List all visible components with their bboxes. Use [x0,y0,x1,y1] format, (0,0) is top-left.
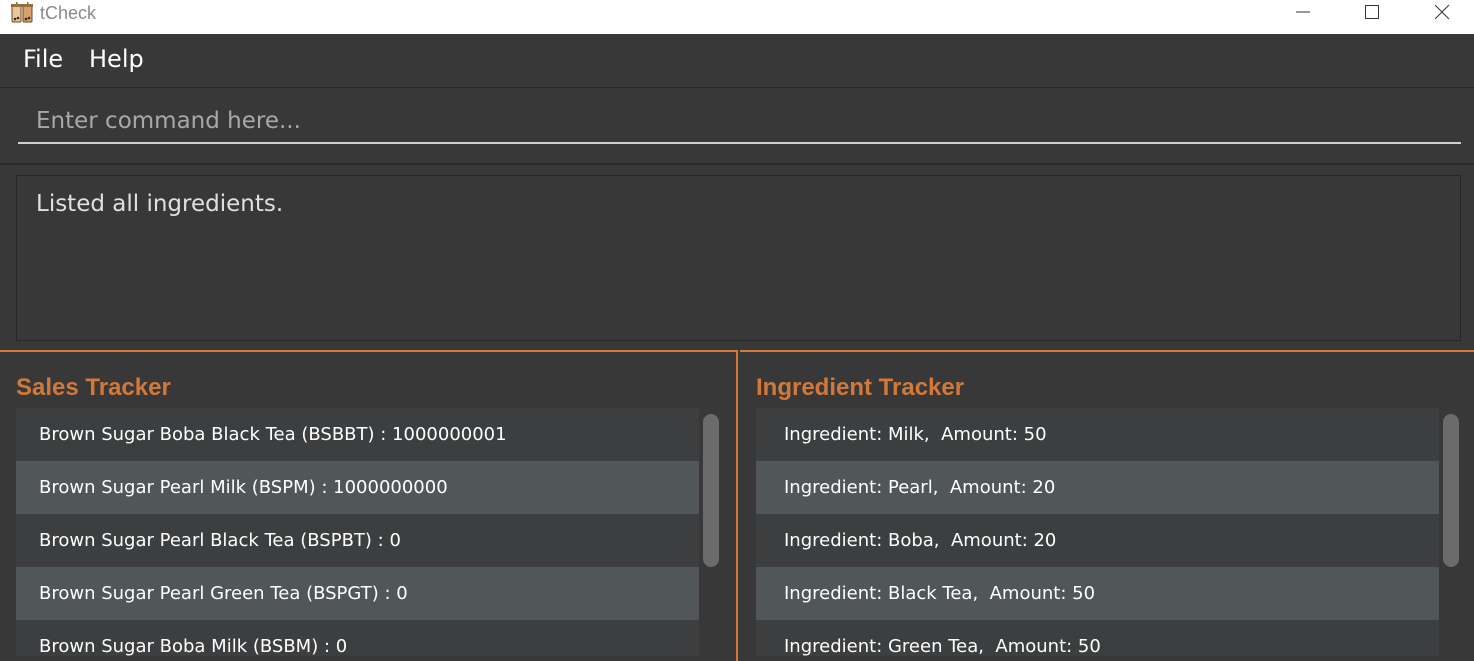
result-message: Listed all ingredients. [36,191,284,217]
list-item[interactable]: Brown Sugar Pearl Black Tea (BSPBT) : 0 [16,514,699,567]
list-item[interactable]: Brown Sugar Boba Milk (BSBM) : 0 [16,620,699,656]
sales-tracker-title: Sales Tracker [16,374,171,401]
maximize-icon [1365,5,1379,19]
result-display: Listed all ingredients. [16,175,1461,341]
list-item[interactable]: Brown Sugar Boba Black Tea (BSBBT) : 100… [16,408,699,461]
window-title: tCheck [40,3,97,23]
title-bar: tCheck [0,0,1474,34]
menu-help[interactable]: Help [89,45,144,73]
list-item[interactable]: Ingredient: Milk, Amount: 50 [756,408,1439,461]
list-item[interactable]: Brown Sugar Pearl Green Tea (BSPGT) : 0 [16,567,699,620]
ingredient-tracker-panel: Ingredient Tracker Ingredient: Milk, Amo… [740,350,1474,661]
close-button[interactable] [1407,0,1474,30]
menu-bar: File Help [0,34,1474,88]
list-item[interactable]: Ingredient: Boba, Amount: 20 [756,514,1439,567]
list-item[interactable]: Ingredient: Green Tea, Amount: 50 [756,620,1439,656]
minimize-button[interactable] [1268,0,1338,30]
ingredient-tracker-title: Ingredient Tracker [756,374,965,401]
list-item[interactable]: Ingredient: Black Tea, Amount: 50 [756,567,1439,620]
bubble-tea-icon [10,2,34,24]
menu-file[interactable]: File [23,45,63,73]
maximize-button[interactable] [1337,0,1407,30]
ingredient-list[interactable]: Ingredient: Milk, Amount: 50 Ingredient:… [756,408,1439,656]
list-item[interactable]: Brown Sugar Pearl Milk (BSPM) : 10000000… [16,461,699,514]
command-box [0,88,1474,165]
list-item[interactable]: Ingredient: Pearl, Amount: 20 [756,461,1439,514]
ingredient-scrollbar[interactable] [1443,414,1459,567]
sales-list[interactable]: Brown Sugar Boba Black Tea (BSBBT) : 100… [16,408,699,656]
sales-scrollbar[interactable] [703,414,719,567]
minimize-icon [1296,11,1310,13]
close-icon [1434,4,1450,20]
sales-tracker-panel: Sales Tracker Brown Sugar Boba Black Tea… [0,350,738,661]
command-input[interactable] [18,100,1461,144]
